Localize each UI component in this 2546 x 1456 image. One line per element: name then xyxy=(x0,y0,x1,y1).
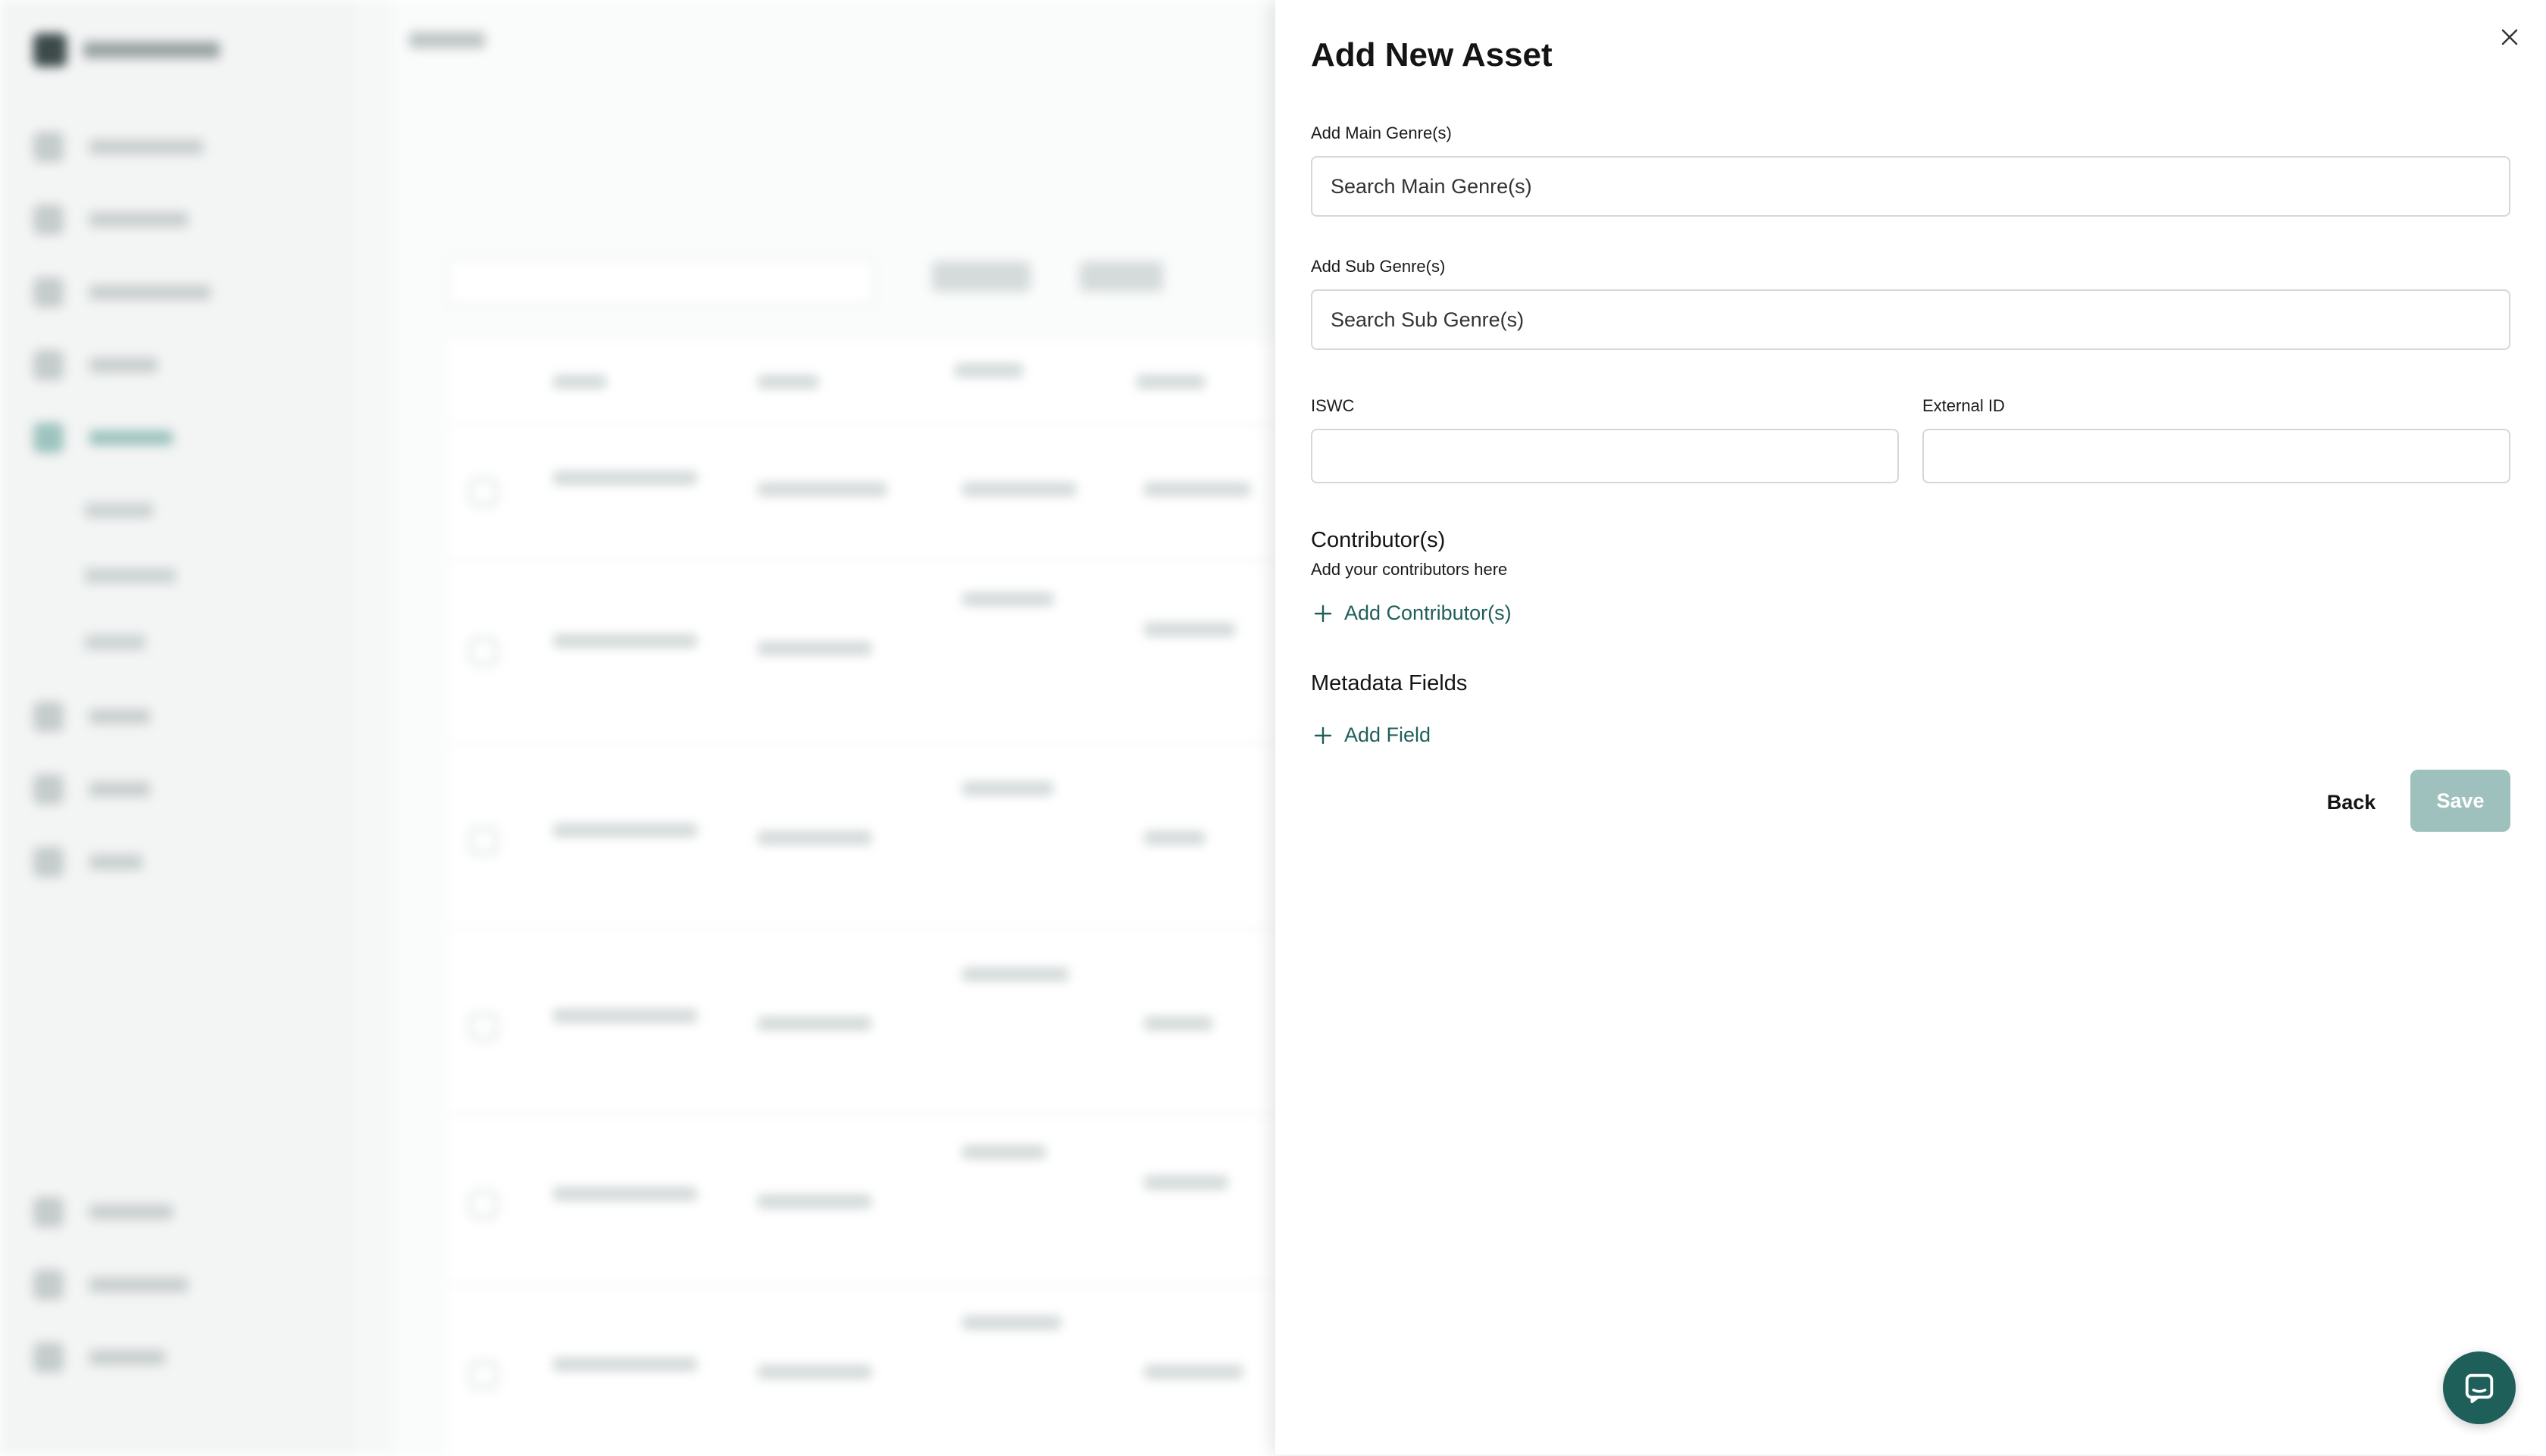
background-nav-item xyxy=(33,423,173,453)
chat-launcher-button[interactable] xyxy=(2443,1351,2516,1424)
background-nav-item xyxy=(33,1197,173,1227)
iswc-label: ISWC xyxy=(1311,396,1355,415)
add-asset-panel: Add New Asset Add Main Genre(s) Add Sub … xyxy=(1275,0,2546,1454)
background-sidebar xyxy=(0,0,356,1454)
add-field-label: Add Field xyxy=(1344,723,1431,746)
background-cell xyxy=(758,375,818,389)
background-nav-item xyxy=(33,205,188,235)
background-cell xyxy=(553,375,606,389)
external-id-label: External ID xyxy=(1922,396,2005,415)
panel-title: Add New Asset xyxy=(1311,36,1553,73)
background-row xyxy=(447,561,1281,744)
background-nav-item xyxy=(33,350,158,380)
background-nav-item xyxy=(33,701,150,732)
add-contributor-label: Add Contributor(s) xyxy=(1344,601,1512,624)
background-title xyxy=(409,32,485,48)
background-nav-sub xyxy=(85,568,176,583)
main-genre-label: Add Main Genre(s) xyxy=(1311,123,1452,142)
contributors-subtitle: Add your contributors here xyxy=(1311,560,1508,579)
background-search xyxy=(447,258,874,306)
background-nav-item xyxy=(33,277,211,308)
chat-icon xyxy=(2465,1373,2494,1404)
plus-icon xyxy=(1314,605,1332,622)
plus-icon xyxy=(1314,726,1332,744)
background-nav-item xyxy=(33,132,203,162)
background-cell xyxy=(1137,375,1205,389)
background-table xyxy=(447,341,1281,1454)
background-nav-item xyxy=(33,1342,165,1373)
metadata-fields-title: Metadata Fields xyxy=(1311,671,1468,695)
back-button[interactable]: Back xyxy=(2306,770,2397,835)
background-row xyxy=(447,424,1281,562)
background-nav-item xyxy=(33,847,142,877)
background-row xyxy=(447,1114,1281,1286)
background-app xyxy=(0,0,1281,1454)
background-cell xyxy=(955,364,1023,377)
background-nav-sub xyxy=(85,635,145,650)
background-nav-item xyxy=(33,1270,188,1300)
add-field-button[interactable]: Add Field xyxy=(1314,723,1431,747)
sub-genre-search-input[interactable] xyxy=(1311,289,2510,350)
add-contributor-button[interactable]: Add Contributor(s) xyxy=(1314,601,1512,625)
background-brand-text xyxy=(83,42,220,58)
iswc-field[interactable] xyxy=(1311,429,1899,483)
background-row xyxy=(447,1284,1281,1456)
background-row xyxy=(447,928,1281,1115)
background-chip xyxy=(1080,261,1163,292)
save-button[interactable]: Save xyxy=(2410,770,2510,832)
background-chip xyxy=(932,261,1031,292)
background-row xyxy=(447,742,1281,930)
background-nav-item xyxy=(33,774,150,805)
sub-genre-label: Add Sub Genre(s) xyxy=(1311,257,1446,276)
main-genre-search-input[interactable] xyxy=(1311,156,2510,217)
background-nav-sub xyxy=(85,503,153,518)
background-logo xyxy=(33,33,67,67)
close-button[interactable] xyxy=(2492,20,2527,55)
contributors-title: Contributor(s) xyxy=(1311,528,1446,552)
background-brand xyxy=(33,33,220,67)
external-id-field[interactable] xyxy=(1922,429,2510,483)
close-icon[interactable] xyxy=(2501,28,2519,46)
